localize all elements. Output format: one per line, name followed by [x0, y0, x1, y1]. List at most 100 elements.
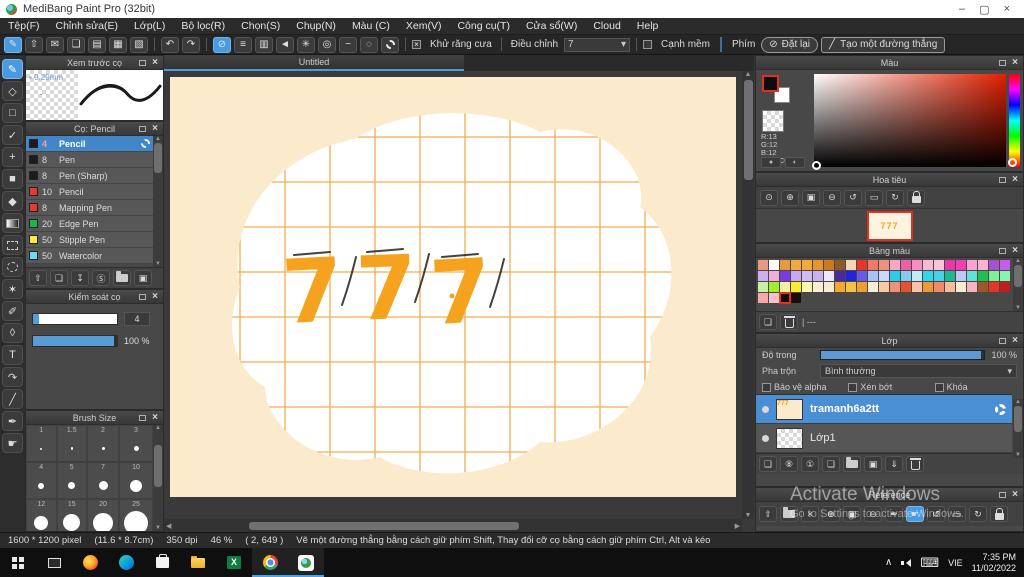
scrollbar-thumb[interactable]: [249, 521, 520, 530]
palette-swatch[interactable]: [758, 260, 768, 270]
snap-ellipse-button[interactable]: ◌: [360, 36, 378, 53]
palette-swatch[interactable]: [835, 271, 845, 281]
palette-swatch[interactable]: [978, 271, 988, 281]
brush-size-cell[interactable]: 2: [87, 425, 119, 462]
palette-swatch[interactable]: [857, 282, 867, 292]
make-line-button[interactable]: ╱ Tạo một đường thẳng: [821, 36, 946, 53]
palette-swatch[interactable]: [934, 282, 944, 292]
palette-swatch[interactable]: [879, 282, 889, 292]
duplicate-brush-button[interactable]: ▣: [134, 270, 152, 286]
palette-swatch[interactable]: [791, 293, 801, 303]
firefox-icon[interactable]: [72, 548, 108, 577]
language-indicator[interactable]: VIE: [948, 558, 963, 568]
tray-chevron-icon[interactable]: ∧: [885, 557, 892, 568]
close-icon[interactable]: ×: [152, 57, 158, 69]
brush-row[interactable]: 50 Stipple Pen: [26, 232, 153, 248]
brush-size-cell[interactable]: 3: [119, 425, 153, 462]
palette-swatch[interactable]: [879, 260, 889, 270]
chrome-icon[interactable]: [252, 548, 288, 577]
transparent-color-swatch[interactable]: [762, 110, 784, 132]
reference-header[interactable]: Reference ×: [756, 488, 1023, 502]
rotate-cw-button[interactable]: ↻: [886, 189, 904, 206]
popout-icon[interactable]: [999, 492, 1006, 498]
palette-swatch[interactable]: [824, 271, 834, 281]
ref-hand-button[interactable]: ☛: [906, 506, 924, 522]
scrollbar-thumb[interactable]: [154, 445, 162, 487]
palette-swatch[interactable]: [1000, 260, 1010, 270]
undo-button[interactable]: ↶: [161, 36, 179, 53]
palette-swatch[interactable]: [802, 271, 812, 281]
close-icon[interactable]: ×: [152, 123, 158, 135]
snap-radial-button[interactable]: ✳: [297, 36, 315, 53]
script-brush-button[interactable]: Ⓢ: [92, 270, 110, 286]
reset-button[interactable]: ⊘ Đặt lại: [761, 36, 819, 53]
brush-size-cell[interactable]: 20: [87, 499, 119, 531]
palette-swatch[interactable]: [769, 293, 779, 303]
move-tool[interactable]: +: [2, 147, 23, 167]
palette-swatch[interactable]: [912, 282, 922, 292]
gear-icon[interactable]: [995, 403, 1006, 415]
brush-size-cell[interactable]: 12: [26, 499, 57, 531]
layer-folder-button[interactable]: [843, 456, 861, 472]
start-button[interactable]: [0, 548, 36, 577]
menu-item[interactable]: Cửa sổ(W): [518, 18, 585, 34]
palette-swatch[interactable]: [780, 271, 790, 281]
brush-row[interactable]: 8 Pen (Sharp): [26, 168, 153, 184]
scroll-down-icon[interactable]: ▼: [155, 525, 161, 531]
snap-vanishing-button[interactable]: ◄: [276, 36, 294, 53]
layer-row[interactable]: 777 tramanh6a2tt: [756, 395, 1012, 424]
frame-tool[interactable]: ╱: [2, 389, 23, 409]
merge-layer-button[interactable]: ⇓: [885, 456, 903, 472]
popout-icon[interactable]: [999, 177, 1006, 183]
brush-row[interactable]: 8 Pen: [26, 152, 153, 168]
magic-wand-tool[interactable]: ✶: [2, 279, 23, 299]
snap-parallel-button[interactable]: ≡: [234, 36, 252, 53]
scroll-up-icon[interactable]: ▲: [1015, 258, 1021, 264]
sv-marker[interactable]: [812, 161, 821, 170]
explorer-icon[interactable]: [180, 548, 216, 577]
ref-open-button[interactable]: [780, 506, 798, 522]
alpha-protect-checkbox[interactable]: [762, 382, 771, 392]
brush-folder-button[interactable]: [113, 270, 131, 286]
palette-swatch[interactable]: [1000, 282, 1010, 292]
brush-size-header[interactable]: Brush Size ×: [26, 411, 163, 425]
brush-row[interactable]: 50 Watercolor: [26, 248, 153, 264]
palette-swatch[interactable]: [791, 271, 801, 281]
new-brush-button[interactable]: ❏: [50, 270, 68, 286]
palette-swatch[interactable]: [769, 282, 779, 292]
palette-swatch[interactable]: [846, 282, 856, 292]
menu-item[interactable]: Tệp(F): [0, 18, 48, 34]
palette-swatch[interactable]: [835, 282, 845, 292]
marquee-tool[interactable]: □: [2, 103, 23, 123]
layer-opacity-slider[interactable]: [820, 350, 986, 360]
palette-swatch[interactable]: [923, 260, 933, 270]
snap-off-button[interactable]: ⊘: [213, 36, 231, 53]
share-button[interactable]: ⇧: [25, 36, 43, 53]
scroll-up-icon[interactable]: ▲: [155, 425, 161, 431]
palette-scrollbar[interactable]: ▲ ▼: [1013, 258, 1023, 311]
lock-button[interactable]: [907, 189, 925, 206]
palette-swatch[interactable]: [868, 282, 878, 292]
material-grid-button[interactable]: ▧: [130, 36, 148, 53]
palette-swatch[interactable]: [989, 271, 999, 281]
layers-header[interactable]: Lớp ×: [756, 334, 1023, 348]
new-layer-button[interactable]: ❏: [759, 456, 777, 472]
ref-rotate-reset-button[interactable]: ▭: [948, 506, 966, 522]
gradient-tool[interactable]: [2, 213, 23, 233]
select-pen-tool[interactable]: ✐: [2, 301, 23, 321]
store-icon[interactable]: [144, 548, 180, 577]
rotate-ccw-button[interactable]: ↺: [844, 189, 862, 206]
ref-eyedropper-button[interactable]: ✒: [885, 506, 903, 522]
palette-swatch[interactable]: [956, 282, 966, 292]
zoom-in-button[interactable]: ⊕: [781, 189, 799, 206]
fit-window-button[interactable]: ▣: [802, 189, 820, 206]
popout-icon[interactable]: [139, 60, 146, 66]
gear-icon[interactable]: [141, 139, 150, 148]
palette-swatch[interactable]: [945, 271, 955, 281]
menu-item[interactable]: Help: [629, 18, 667, 34]
close-icon[interactable]: ×: [1012, 335, 1018, 347]
palette-swatch[interactable]: [846, 260, 856, 270]
comment-button[interactable]: ✉: [46, 36, 64, 53]
palette-swatch[interactable]: [824, 260, 834, 270]
rotate-reset-button[interactable]: ▭: [865, 189, 883, 206]
